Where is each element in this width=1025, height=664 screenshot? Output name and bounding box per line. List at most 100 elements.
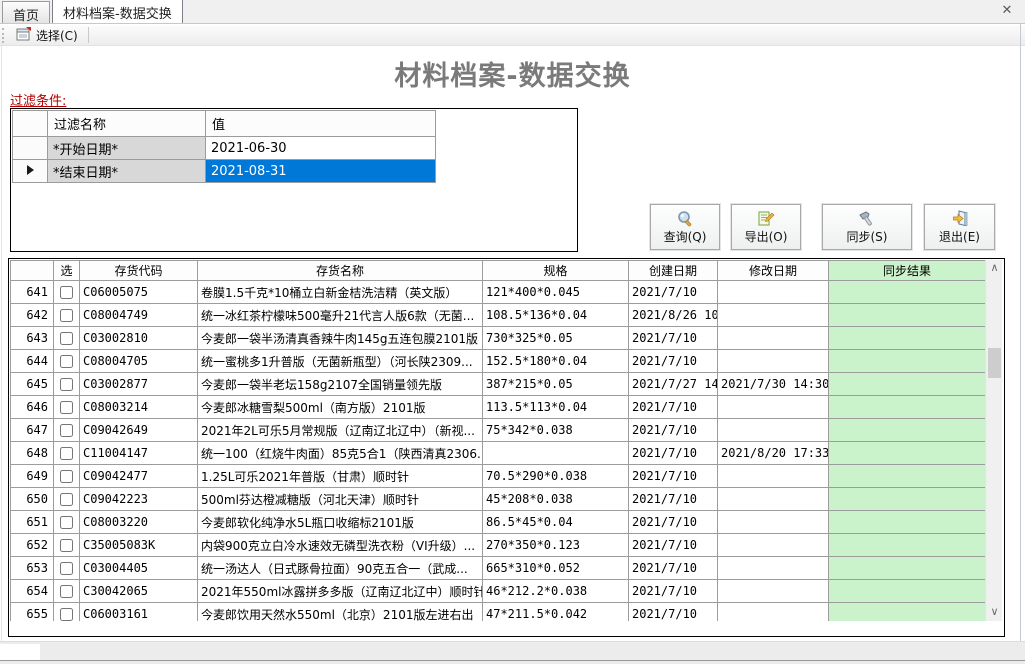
cell-inventory-name[interactable]: 卷膜1.5千克*10桶立白新金桔洗洁精（英文版） [198, 281, 483, 304]
cell-created-date[interactable]: 2021/7/10 [629, 557, 718, 580]
tab-home[interactable]: 首页 [2, 1, 50, 23]
cell-modified-date[interactable] [718, 534, 829, 557]
header-select[interactable]: 选 [54, 261, 80, 281]
row-select-checkbox[interactable] [60, 608, 73, 621]
cell-inventory-code[interactable]: C03004405 [80, 557, 198, 580]
cell-specification[interactable]: 270*350*0.123 [483, 534, 629, 557]
row-number[interactable]: 642 [11, 304, 54, 327]
cell-modified-date[interactable] [718, 580, 829, 603]
row-select-checkbox[interactable] [60, 470, 73, 483]
row-select-checkbox[interactable] [60, 332, 73, 345]
row-select-checkbox[interactable] [60, 562, 73, 575]
cell-specification[interactable] [483, 442, 629, 465]
row-select-checkbox[interactable] [60, 424, 73, 437]
row-number[interactable]: 641 [11, 281, 54, 304]
vertical-scrollbar-thumb[interactable] [988, 348, 1001, 378]
row-number[interactable]: 649 [11, 465, 54, 488]
row-number[interactable]: 646 [11, 396, 54, 419]
cell-sync-result[interactable] [829, 281, 986, 304]
tab-material-data-exchange[interactable]: 材料档案-数据交换 [52, 0, 183, 23]
cell-inventory-code[interactable]: C11004147 [80, 442, 198, 465]
row-number[interactable]: 653 [11, 557, 54, 580]
cell-created-date[interactable]: 2021/8/26 10:44 [629, 304, 718, 327]
scroll-down-icon[interactable]: ∨ [986, 604, 1003, 621]
cell-inventory-name[interactable]: 2021年550ml冰露拼多多版（辽南辽北辽中）顺时针 [198, 580, 483, 603]
cell-created-date[interactable]: 2021/7/10 [629, 281, 718, 304]
cell-sync-result[interactable] [829, 350, 986, 373]
cell-inventory-name[interactable]: 内袋900克立白冷水速效无磷型洗衣粉（VI升级）... [198, 534, 483, 557]
cell-inventory-name[interactable]: 统一蜜桃多1升普版（无菌新瓶型）（河长陕2309... [198, 350, 483, 373]
row-number[interactable]: 655 [11, 603, 54, 622]
cell-created-date[interactable]: 2021/7/10 [629, 396, 718, 419]
cell-modified-date[interactable] [718, 327, 829, 350]
export-button[interactable]: 导出(O) [731, 204, 801, 250]
cell-modified-date[interactable]: 2021/8/20 17:33 [718, 442, 829, 465]
cell-inventory-name[interactable]: 今麦郎一袋半老坛158g2107全国销量领先版 [198, 373, 483, 396]
row-select-checkbox[interactable] [60, 539, 73, 552]
cell-sync-result[interactable] [829, 511, 986, 534]
cell-inventory-code[interactable]: C09042649 [80, 419, 198, 442]
cell-modified-date[interactable] [718, 557, 829, 580]
cell-modified-date[interactable] [718, 304, 829, 327]
cell-inventory-code[interactable]: C09042223 [80, 488, 198, 511]
scroll-up-icon[interactable]: ∧ [986, 260, 1003, 277]
header-inventory-code[interactable]: 存货代码 [80, 261, 198, 281]
cell-sync-result[interactable] [829, 534, 986, 557]
cell-inventory-code[interactable]: C08004705 [80, 350, 198, 373]
row-number[interactable]: 654 [11, 580, 54, 603]
filter-value-end-date[interactable]: 2021-08-31 [206, 160, 436, 183]
cell-inventory-name[interactable]: 今麦郎冰糖雪梨500ml（南方版）2101版 [198, 396, 483, 419]
row-number[interactable]: 644 [11, 350, 54, 373]
vertical-scrollbar[interactable]: ∧ ∨ [985, 260, 1002, 621]
cell-sync-result[interactable] [829, 419, 986, 442]
cell-inventory-name[interactable]: 统一汤达人（日式豚骨拉面）90克五合一（武成... [198, 557, 483, 580]
cell-inventory-code[interactable]: C06005075 [80, 281, 198, 304]
cell-specification[interactable]: 75*342*0.038 [483, 419, 629, 442]
cell-created-date[interactable]: 2021/7/10 [629, 488, 718, 511]
cell-inventory-name[interactable]: 统一冰红茶柠檬味500毫升21代言人版6款（无菌... [198, 304, 483, 327]
cell-sync-result[interactable] [829, 396, 986, 419]
cell-modified-date[interactable] [718, 603, 829, 622]
header-inventory-name[interactable]: 存货名称 [198, 261, 483, 281]
cell-specification[interactable]: 70.5*290*0.038 [483, 465, 629, 488]
cell-sync-result[interactable] [829, 442, 986, 465]
row-number[interactable]: 651 [11, 511, 54, 534]
cell-sync-result[interactable] [829, 465, 986, 488]
cell-inventory-name[interactable]: 今麦郎软化纯净水5L瓶口收缩标2101版 [198, 511, 483, 534]
row-number[interactable]: 652 [11, 534, 54, 557]
cell-created-date[interactable]: 2021/7/27 14:47 [629, 373, 718, 396]
row-select-checkbox[interactable] [60, 516, 73, 529]
row-number[interactable]: 645 [11, 373, 54, 396]
cell-sync-result[interactable] [829, 557, 986, 580]
cell-specification[interactable]: 730*325*0.05 [483, 327, 629, 350]
cell-modified-date[interactable] [718, 511, 829, 534]
row-select-checkbox[interactable] [60, 585, 73, 598]
row-number[interactable]: 643 [11, 327, 54, 350]
cell-sync-result[interactable] [829, 580, 986, 603]
row-select-checkbox[interactable] [60, 355, 73, 368]
cell-specification[interactable]: 47*211.5*0.042 [483, 603, 629, 622]
row-number[interactable]: 647 [11, 419, 54, 442]
cell-inventory-code[interactable]: C08003220 [80, 511, 198, 534]
cell-modified-date[interactable] [718, 465, 829, 488]
cell-specification[interactable]: 45*208*0.038 [483, 488, 629, 511]
cell-inventory-code[interactable]: C08004749 [80, 304, 198, 327]
row-select-checkbox[interactable] [60, 401, 73, 414]
cell-inventory-name[interactable]: 统一100（红烧牛肉面）85克5合1（陕西清真2306... [198, 442, 483, 465]
cell-created-date[interactable]: 2021/7/10 [629, 419, 718, 442]
row-number[interactable]: 648 [11, 442, 54, 465]
cell-specification[interactable]: 665*310*0.052 [483, 557, 629, 580]
cell-created-date[interactable]: 2021/7/10 [629, 465, 718, 488]
filter-row-header-current[interactable] [13, 160, 48, 183]
cell-inventory-code[interactable]: C30042065 [80, 580, 198, 603]
cell-inventory-name[interactable]: 1.25L可乐2021年普版（甘肃）顺时针 [198, 465, 483, 488]
cell-modified-date[interactable] [718, 419, 829, 442]
cell-created-date[interactable]: 2021/7/10 [629, 511, 718, 534]
cell-modified-date[interactable] [718, 396, 829, 419]
cell-modified-date[interactable]: 2021/7/30 14:30 [718, 373, 829, 396]
cell-created-date[interactable]: 2021/7/10 [629, 327, 718, 350]
row-select-checkbox[interactable] [60, 378, 73, 391]
query-button[interactable]: 查询(Q) [650, 204, 720, 250]
cell-inventory-code[interactable]: C06003161 [80, 603, 198, 622]
row-select-checkbox[interactable] [60, 447, 73, 460]
